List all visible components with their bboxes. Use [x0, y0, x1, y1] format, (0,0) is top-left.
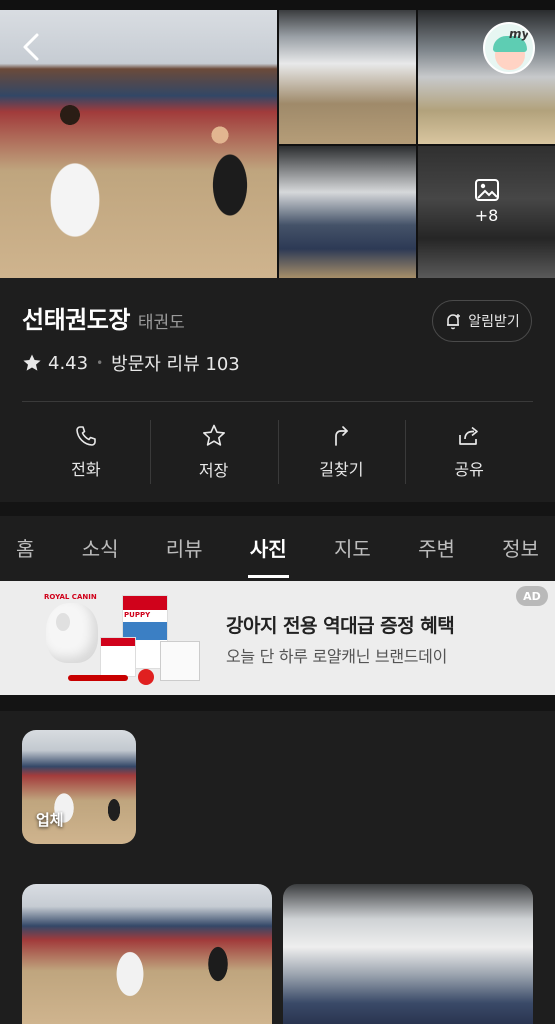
tab-reviews[interactable]: 리뷰	[166, 516, 203, 578]
directions-icon	[335, 426, 349, 446]
puppy-image	[46, 603, 98, 663]
photo-thumb-2[interactable]	[418, 10, 555, 144]
section-gap	[0, 502, 555, 516]
tab-bar: 홈 소식 리뷰 사진 지도 주변 정보	[0, 516, 555, 578]
photo-item[interactable]	[283, 884, 533, 1024]
image-icon	[474, 179, 499, 201]
tab-info[interactable]: 정보	[502, 516, 539, 578]
product-label: PUPPY	[124, 611, 151, 619]
place-category: 태권도	[137, 313, 185, 333]
more-photos-count: +8	[474, 206, 499, 225]
tab-nearby[interactable]: 주변	[418, 516, 455, 578]
place-header: 선태권도장 태권도	[22, 300, 185, 335]
ball-image	[138, 669, 154, 685]
ad-title: 강아지 전용 역대급 증정 혜택	[226, 615, 455, 637]
visitor-review-link[interactable]: 방문자 리뷰 103	[111, 350, 240, 376]
photo-gallery[interactable]: my +8	[0, 0, 555, 278]
more-photos-overlay[interactable]: +8	[418, 178, 555, 225]
call-label: 전화	[71, 460, 101, 479]
notification-button[interactable]: 알림받기	[432, 300, 532, 342]
star-filled-icon	[23, 354, 41, 371]
chevron-left-icon	[23, 33, 39, 61]
notification-label: 알림받기	[468, 314, 520, 330]
tab-map[interactable]: 지도	[334, 516, 371, 578]
owner-photos-album[interactable]: 업체	[22, 730, 136, 844]
my-profile-button[interactable]: my	[483, 22, 535, 74]
rating-row: 4.43 • 방문자 리뷰 103	[22, 350, 240, 376]
tab-photos[interactable]: 사진	[247, 516, 289, 578]
bell-plus-icon	[447, 314, 461, 330]
food-pack-small	[100, 637, 136, 677]
ad-banner[interactable]: ROYAL CANIN PUPPY 강아지 전용 역대급 증정 혜택 오늘 단 …	[0, 581, 555, 695]
share-icon	[459, 426, 478, 445]
rating-value: 4.43	[48, 352, 89, 374]
tab-news[interactable]: 소식	[82, 516, 119, 578]
photo-item[interactable]	[22, 884, 272, 1024]
divider	[22, 401, 533, 402]
action-bar: 전화 저장 길찾기 공유	[22, 418, 533, 486]
separator-dot: •	[96, 356, 104, 370]
phone-icon	[76, 426, 96, 446]
directions-label: 길찾기	[319, 460, 364, 479]
back-button[interactable]	[14, 30, 48, 64]
photo-thumb-1[interactable]	[279, 10, 416, 144]
save-button[interactable]: 저장	[149, 418, 278, 486]
directions-button[interactable]: 길찾기	[277, 418, 406, 486]
owner-album-label: 업체	[36, 811, 64, 829]
brand-logo: ROYAL CANIN	[44, 593, 97, 601]
gift-box	[160, 641, 200, 681]
photo-thumb-3[interactable]	[279, 146, 416, 278]
ad-product-image: ROYAL CANIN PUPPY	[40, 589, 210, 685]
section-gap	[0, 695, 555, 711]
my-label: my	[509, 27, 530, 41]
call-button[interactable]: 전화	[22, 418, 150, 486]
place-name: 선태권도장	[22, 306, 130, 334]
ad-badge[interactable]: AD	[516, 586, 548, 606]
share-button[interactable]: 공유	[405, 418, 533, 486]
share-label: 공유	[454, 460, 484, 479]
save-label: 저장	[198, 461, 229, 480]
ad-subtitle: 오늘 단 하루 로얄캐닌 브랜드데이	[226, 647, 448, 666]
toy-image	[68, 675, 128, 681]
tab-home[interactable]: 홈	[16, 516, 34, 578]
star-icon	[202, 424, 225, 446]
